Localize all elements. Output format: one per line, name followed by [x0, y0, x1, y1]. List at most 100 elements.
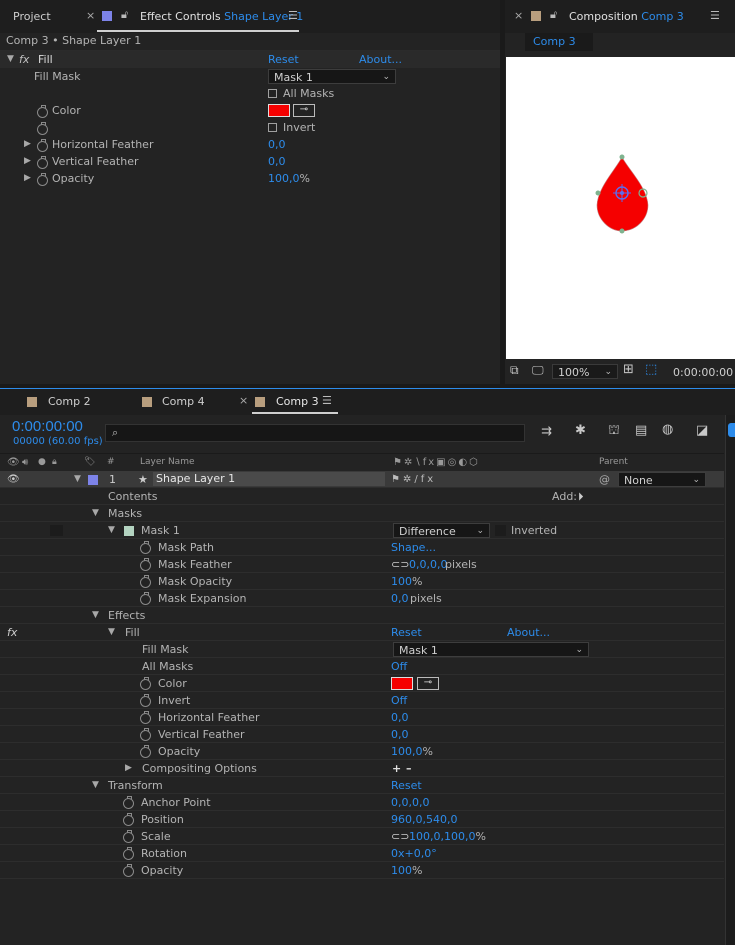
link-icon[interactable]: ⊂⊃ — [391, 556, 409, 573]
triangle-down-icon[interactable]: ▼ — [108, 522, 115, 539]
shy-layers-icon[interactable]: ⛫ — [608, 423, 620, 440]
solo-icon[interactable]: ● — [38, 454, 46, 471]
transform-opacity-field[interactable]: 100% — [391, 862, 422, 879]
inverted-checkbox[interactable] — [495, 525, 506, 536]
about-link[interactable]: About... — [359, 51, 402, 68]
monitor-icon[interactable]: 🖵︎ — [532, 363, 544, 378]
compositing-options-row[interactable]: ▶ Compositing Options + – — [0, 760, 724, 777]
mask-lock-box[interactable] — [50, 525, 63, 536]
tab-comp-4[interactable]: Comp 4 — [162, 395, 205, 408]
scale-field[interactable]: 100,0,100,0% — [409, 828, 486, 845]
add-menu-icon[interactable]: ⏵ — [578, 488, 584, 505]
minus-icon[interactable]: – — [406, 760, 412, 777]
stopwatch-icon[interactable] — [140, 677, 151, 690]
reset-link[interactable]: Reset — [391, 624, 422, 641]
transform-opacity-row[interactable]: Opacity 100% — [0, 862, 724, 879]
comp-navigator-button[interactable]: Comp 3 — [525, 33, 593, 51]
close-icon[interactable]: × — [239, 394, 248, 407]
stopwatch-icon[interactable] — [140, 592, 151, 605]
mask1-row[interactable]: ▼ Mask 1 Difference ⌄ Inverted — [0, 522, 724, 539]
mask-expansion-row[interactable]: Mask Expansion 0,0 pixels — [0, 590, 724, 607]
stopwatch-icon[interactable] — [140, 541, 151, 554]
tab-composition[interactable]: Composition Comp 3 — [569, 10, 684, 23]
invert-checkbox[interactable] — [268, 123, 277, 132]
anchor-point-value[interactable]: 0,0,0,0 — [391, 794, 429, 811]
all-masks-row[interactable]: All Masks Off — [0, 658, 724, 675]
lock-icon[interactable]: 🔓︎ — [121, 8, 128, 22]
triangle-down-icon[interactable]: ▼ — [92, 777, 99, 794]
composition-viewer[interactable] — [506, 57, 735, 359]
panel-menu-icon[interactable]: ☰ — [322, 394, 332, 407]
reset-link[interactable]: Reset — [268, 51, 299, 68]
pickwhip-icon[interactable]: @ — [599, 471, 610, 488]
all-masks-checkbox[interactable] — [268, 89, 277, 98]
eye-icon[interactable]: 👁︎ — [7, 471, 20, 488]
graph-editor-icon[interactable]: ◪ — [696, 423, 708, 438]
stopwatch-icon[interactable] — [37, 139, 48, 152]
opacity-field[interactable]: 100,0% — [391, 743, 433, 760]
timeline-graph-edge[interactable] — [725, 415, 735, 945]
stopwatch-icon[interactable] — [140, 745, 151, 758]
layer-row[interactable]: 👁︎ ▼ 1 ★ Shape Layer 1 ⚑✲/fx @ None ⌄ — [0, 471, 724, 488]
anchor-point-row[interactable]: Anchor Point 0,0,0,0 — [0, 794, 724, 811]
region-of-interest-icon[interactable]: ⊞ — [623, 362, 634, 377]
tab-project[interactable]: Project — [13, 10, 51, 23]
h-feather-value[interactable]: 0,0 — [391, 709, 409, 726]
fx-icon[interactable]: fx — [7, 624, 17, 641]
h-feather-value[interactable]: 0,0 — [268, 136, 286, 153]
parent-header[interactable]: Parent — [599, 454, 628, 471]
stopwatch-icon[interactable] — [123, 796, 134, 809]
v-feather-value[interactable]: 0,0 — [391, 726, 409, 743]
close-icon[interactable]: × — [86, 9, 95, 22]
stopwatch-icon[interactable] — [37, 122, 48, 135]
search-field[interactable]: ⌕ — [105, 424, 525, 442]
frame-blending-icon[interactable]: ▤ — [635, 423, 647, 438]
opacity-row[interactable]: Opacity 100,0% — [0, 743, 724, 760]
v-feather-row[interactable]: Vertical Feather 0,0 — [0, 726, 724, 743]
mask-opacity-row[interactable]: Mask Opacity 100% — [0, 573, 724, 590]
transform-reset-link[interactable]: Reset — [391, 777, 422, 794]
stopwatch-icon[interactable] — [37, 173, 48, 186]
label-tag-icon[interactable]: 🏷︎ — [84, 454, 95, 471]
mask-path-value[interactable]: Shape... — [391, 539, 436, 556]
comp-time[interactable]: 0:00:00:00 — [673, 366, 733, 379]
stopwatch-icon[interactable] — [140, 575, 151, 588]
drop-shape[interactable] — [506, 57, 735, 359]
timecode[interactable]: 0:00:00:00 — [12, 418, 83, 435]
tab-comp-2[interactable]: Comp 2 — [48, 395, 91, 408]
triangle-down-icon[interactable]: ▼ — [92, 607, 99, 624]
stopwatch-icon[interactable] — [140, 694, 151, 707]
triangle-down-icon[interactable]: ▼ — [92, 505, 99, 522]
panel-menu-icon[interactable]: ☰ — [288, 9, 298, 22]
triangle-right-icon[interactable]: ▶ — [125, 760, 132, 777]
eyedropper-icon[interactable]: ⊸ — [293, 104, 315, 117]
mask-feather-value[interactable]: 0,0,0,0 — [409, 556, 447, 573]
v-feather-value[interactable]: 0,0 — [268, 153, 286, 170]
composition-mini-flowchart-icon[interactable]: ⇉ — [541, 424, 552, 439]
tab-comp-3[interactable]: Comp 3 — [276, 395, 319, 408]
audio-icon[interactable]: 🔊︎ — [22, 454, 28, 471]
mask-mode-dropdown[interactable]: Difference ⌄ — [393, 523, 490, 538]
eyedropper-icon[interactable]: ⊸ — [417, 677, 439, 690]
panel-menu-icon[interactable]: ☰ — [710, 9, 720, 22]
eye-icon[interactable]: 👁︎ — [7, 454, 20, 471]
fill-mask-row[interactable]: Fill Mask Mask 1 ⌄ — [0, 641, 724, 658]
opacity-field[interactable]: 100,0% — [268, 170, 310, 187]
rotation-row[interactable]: Rotation 0x+0,0° — [0, 845, 724, 862]
parent-dropdown[interactable]: None ⌄ — [618, 472, 706, 487]
close-icon[interactable]: × — [514, 9, 523, 22]
about-link[interactable]: About... — [507, 624, 550, 641]
stopwatch-icon[interactable] — [123, 847, 134, 860]
position-value[interactable]: 960,0,540,0 — [391, 811, 457, 828]
lock-icon[interactable]: 🔓︎ — [550, 8, 557, 22]
stopwatch-icon[interactable] — [140, 728, 151, 741]
fill-mask-dropdown[interactable]: Mask 1 ⌄ — [268, 69, 396, 84]
stopwatch-icon[interactable] — [37, 105, 48, 118]
triangle-down-icon[interactable]: ▼ — [7, 51, 14, 68]
mask-color[interactable] — [124, 526, 134, 536]
mask-path-row[interactable]: Mask Path Shape... — [0, 539, 724, 556]
stopwatch-icon[interactable] — [123, 864, 134, 877]
invert-row[interactable]: Invert Off — [0, 692, 724, 709]
stopwatch-icon[interactable] — [37, 156, 48, 169]
mask-feather-row[interactable]: Mask Feather ⊂⊃ 0,0,0,0 pixels — [0, 556, 724, 573]
